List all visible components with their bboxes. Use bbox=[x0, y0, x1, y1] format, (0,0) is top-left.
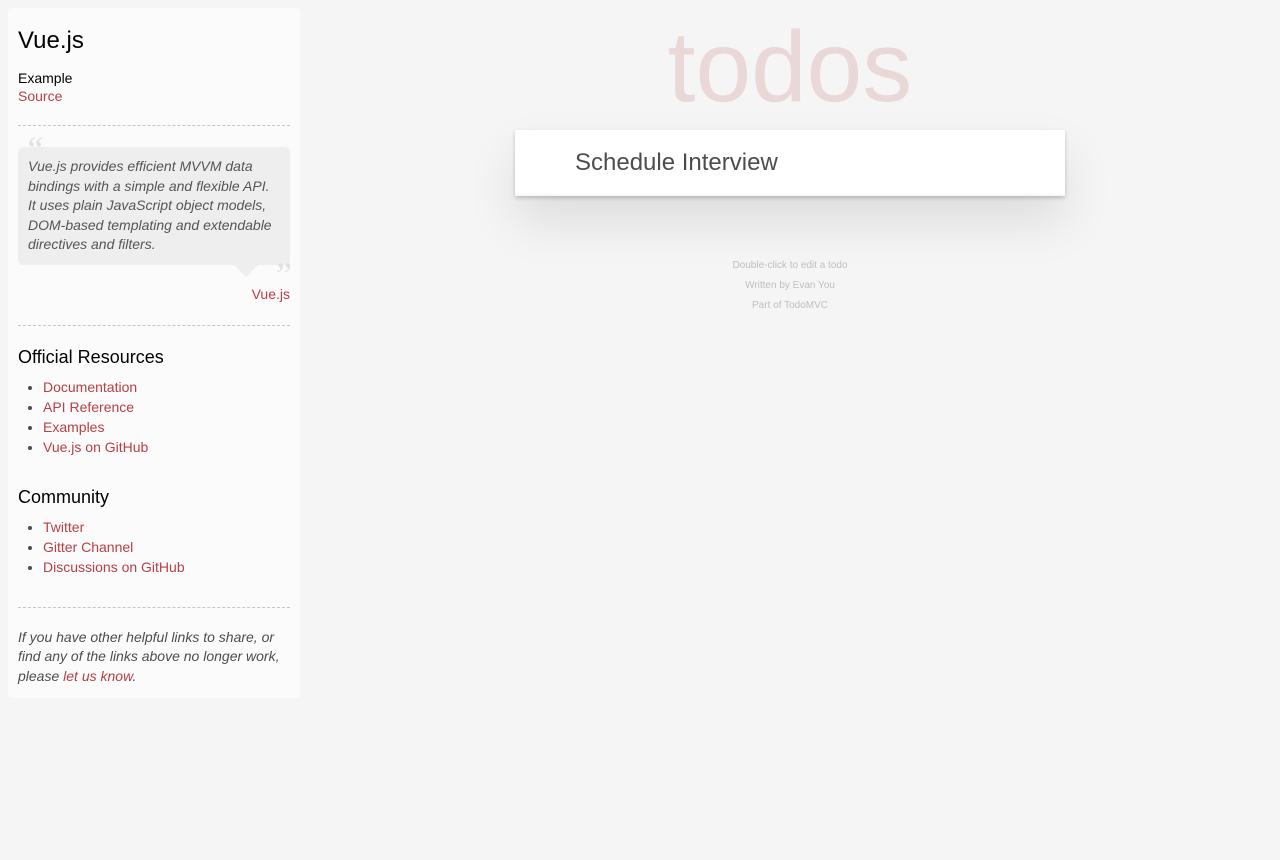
list-item: Documentation bbox=[43, 377, 290, 397]
list-item: Discussions on GitHub bbox=[43, 557, 290, 577]
footer-note: If you have other helpful links to share… bbox=[18, 628, 290, 687]
quote-tail bbox=[234, 264, 258, 277]
documentation-link[interactable]: Documentation bbox=[43, 379, 137, 395]
new-todo-input[interactable] bbox=[515, 130, 1065, 196]
list-item: Gitter Channel bbox=[43, 537, 290, 557]
footer-period: . bbox=[132, 667, 137, 684]
api-reference-link[interactable]: API Reference bbox=[43, 399, 134, 415]
vuejs-github-link[interactable]: Vue.js on GitHub bbox=[43, 439, 148, 455]
learn-sidebar: Vue.js Example Source “ Vue.js provides … bbox=[8, 8, 300, 698]
gitter-channel-link[interactable]: Gitter Channel bbox=[43, 539, 133, 555]
app-title: todos bbox=[667, 11, 913, 123]
source-link[interactable]: Source bbox=[18, 87, 290, 105]
divider bbox=[18, 125, 290, 126]
edit-hint: Double-click to edit a todo bbox=[732, 260, 848, 271]
todo-app bbox=[515, 130, 1065, 196]
author-credit: Written by Evan You bbox=[745, 280, 835, 291]
sidebar-title: Vue.js bbox=[18, 27, 84, 54]
info-footer: Double-click to edit a todo Written by E… bbox=[515, 256, 1065, 316]
list-item: Examples bbox=[43, 417, 290, 437]
quote-block: “ Vue.js provides efficient MVVM data bi… bbox=[18, 131, 292, 303]
community-list: Twitter Gitter Channel Discussions on Gi… bbox=[18, 517, 290, 577]
official-resources-list: Documentation API Reference Examples Vue… bbox=[18, 377, 290, 457]
list-item: API Reference bbox=[43, 397, 290, 417]
list-item: Vue.js on GitHub bbox=[43, 437, 290, 457]
todomvc-credit: Part of TodoMVC bbox=[752, 300, 828, 311]
github-discussions-link[interactable]: Discussions on GitHub bbox=[43, 559, 185, 575]
let-us-know-link[interactable]: let us know bbox=[63, 668, 132, 684]
examples-link[interactable]: Examples bbox=[43, 419, 104, 435]
community-heading: Community bbox=[18, 486, 110, 507]
close-quote-icon: ” bbox=[271, 254, 292, 295]
official-resources-heading: Official Resources bbox=[18, 346, 164, 367]
quote-bubble: “ Vue.js provides efficient MVVM data bi… bbox=[18, 131, 292, 293]
quote-text: Vue.js provides efficient MVVM data bind… bbox=[28, 158, 272, 252]
list-item: Twitter bbox=[43, 517, 290, 537]
open-quote-icon: “ bbox=[24, 129, 45, 169]
twitter-link[interactable]: Twitter bbox=[43, 519, 84, 535]
divider bbox=[18, 324, 290, 326]
footer-text: If you have other helpful links to share… bbox=[18, 628, 280, 684]
divider bbox=[18, 606, 290, 608]
example-label: Example bbox=[18, 70, 73, 86]
